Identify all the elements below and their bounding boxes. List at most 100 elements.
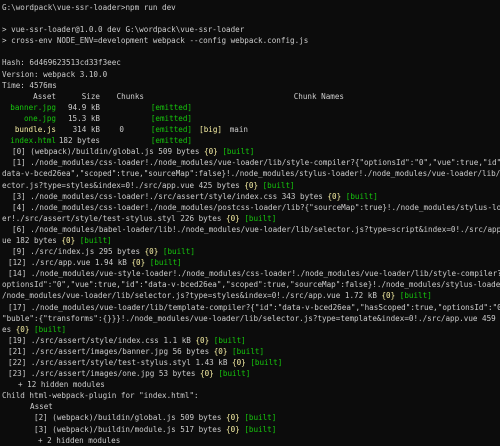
chunk-id: {0} [195, 335, 210, 345]
chunk-name: main [229, 125, 248, 135]
module-line: [3] (webpack)/buildin/module.js 517 byte… [2, 424, 500, 435]
module-line: ector.js?type=styles&index=0!./src/app.v… [2, 180, 500, 191]
module-text: [23] ./src/assert/images/one.jpg 53 byte… [8, 369, 201, 379]
module-text: [2] (webpack)/buildin/global.js 509 byte… [34, 413, 227, 423]
module-line: [4] ./node_modules/css-loader!./node_mod… [12, 202, 500, 212]
module-line: [14] ./node_modules/vue-style-loader!./n… [8, 269, 500, 279]
module-line: [2] (webpack)/buildin/global.js 509 byte… [2, 412, 500, 423]
module-line: optionsId":"0","vue":true,"id":"data-v-b… [2, 280, 500, 290]
asset-name: banner.jpg [10, 102, 56, 112]
chunk-id: {0} [327, 191, 342, 201]
terminal-window[interactable]: G:\wordpack\vue-ssr-loader>npm run dev >… [0, 0, 500, 445]
built-flag: [built] [213, 335, 246, 345]
module-text: ector.js?type=styles&index=0!./src/app.v… [2, 180, 245, 190]
npm-command-line: > cross-env NODE_ENV=development webpack… [2, 36, 309, 46]
module-text: [22] ./src/assert/style/test-stylus.styl… [8, 358, 233, 367]
asset-size: 182 bytes [58, 136, 100, 146]
module-text: [0] (webpack)/buildin/global.js 509 byte… [12, 147, 205, 157]
module-text: /node_modules/vue-loader/lib/selector.js… [2, 291, 382, 301]
npm-script-line: > vue-ssr-loader@1.0.0 dev G:\wordpack\v… [2, 25, 245, 35]
module-text: [19] ./src/assert/style/index.css 1.1 kB [8, 335, 196, 345]
built-flag: [built] [244, 213, 277, 223]
assets-table-row: bundle.js 314 kB 0 [emitted] [big] main [2, 124, 500, 135]
built-flag: [built] [262, 180, 295, 190]
asset-name: bundle.js [14, 125, 56, 135]
module-text: [9] ./src/index.js 295 bytes [12, 247, 145, 257]
built-flag: [built] [34, 324, 67, 334]
module-text: [3] (webpack)/buildin/module.js 517 byte… [34, 424, 227, 434]
assets-table-row: one.jpg 15.3 kB [emitted] [2, 113, 500, 124]
chunk-id: {0} [131, 258, 146, 268]
asset-name: index.html [10, 136, 56, 146]
header-asset: Asset [33, 91, 56, 101]
built-flag: [built] [218, 369, 251, 379]
module-text: er!./src/assert/style/test-stylus.styl 2… [2, 213, 227, 223]
module-line: [1] ./node_modules/css-loader!./node_mod… [12, 158, 500, 168]
version-line: Version: webpack 3.10.0 [2, 69, 108, 79]
module-line: er!./src/assert/style/test-stylus.styl 2… [2, 213, 500, 224]
emitted-flag: [emitted] [150, 136, 192, 146]
asset-chunks: 0 [119, 125, 124, 135]
child-plugin-line: Child html-webpack-plugin for "index.htm… [2, 391, 199, 401]
module-line: [9] ./src/index.js 295 bytes {0} [built] [2, 246, 500, 257]
built-flag: [built] [222, 147, 255, 157]
emitted-flag: [emitted] [150, 125, 192, 135]
chunk-id: {0} [213, 346, 228, 356]
chunk-id: {0} [226, 424, 240, 434]
module-line: [0] (webpack)/buildin/global.js 509 byte… [2, 146, 500, 157]
module-text: [3] ./node_modules/css-loader!./src/asse… [12, 191, 328, 201]
module-line: ue 182 bytes {0} [built] [2, 235, 500, 246]
header-size: Size [81, 91, 100, 101]
module-line: [19] ./src/assert/style/index.css 1.1 kB… [2, 335, 500, 346]
chunk-id: {0} [244, 180, 259, 190]
module-line: /node_modules/vue-loader/lib/selector.js… [2, 290, 500, 301]
built-flag: [built] [162, 247, 195, 257]
built-flag: [built] [232, 346, 265, 356]
command-line: G:\wordpack\vue-ssr-loader>npm run dev [2, 3, 176, 12]
built-flag: [built] [250, 358, 283, 367]
chunk-id: {0} [226, 413, 240, 423]
chunk-id: {0} [381, 291, 396, 301]
module-line: "buble":{"transforms":{}}}!./node_module… [2, 313, 500, 323]
assets-table-row: index.html 182 bytes [emitted] [2, 135, 500, 146]
module-line: [22] ./src/assert/style/test-stylus.styl… [2, 357, 500, 368]
built-flag: [built] [244, 424, 277, 434]
emitted-flag: [emitted] [150, 102, 192, 112]
chunk-id: {0} [144, 247, 159, 257]
module-text: [12] ./src/app.vue 1.94 kB [8, 258, 132, 268]
module-line: [21] ./src/assert/images/banner.jpg 56 b… [2, 346, 500, 357]
module-line: [6] ./node_modules/babel-loader/lib!./no… [12, 224, 500, 234]
built-flag: [built] [149, 258, 182, 268]
chunk-id: {0} [15, 324, 30, 334]
module-text: ue 182 bytes [2, 235, 62, 245]
child-asset-header: Asset [30, 402, 53, 412]
time-line: Time: 4576ms [2, 80, 57, 90]
module-text: [21] ./src/assert/images/banner.jpg 56 b… [8, 346, 214, 356]
built-flag: [built] [399, 291, 432, 301]
assets-table-header: Asset Size Chunks Chunk Names [2, 91, 500, 102]
module-line: es {0} [built] [2, 324, 500, 335]
built-flag: [built] [345, 191, 378, 201]
asset-name: one.jpg [23, 113, 56, 123]
built-flag: [built] [244, 413, 277, 423]
assets-table-row: banner.jpg 94.9 kB [emitted] [2, 102, 500, 113]
hidden-modules-line: + 12 hidden modules [18, 380, 105, 390]
header-chunk-names: Chunk Names [293, 91, 344, 101]
module-line: data-v-bced26ea","scoped":true,"sourceMa… [2, 169, 500, 179]
module-line: [17] ./node_modules/vue-loader/lib/templ… [8, 302, 500, 312]
header-chunks: Chunks [116, 91, 144, 101]
built-flag: [built] [79, 235, 112, 245]
module-line: [12] ./src/app.vue 1.94 kB {0} [built] [2, 257, 500, 268]
asset-size: 314 kB [72, 125, 100, 135]
chunk-id: {0} [232, 358, 246, 367]
module-line: [3] ./node_modules/css-loader!./src/asse… [2, 191, 500, 202]
emitted-flag: [emitted] [150, 113, 192, 123]
chunk-id: {0} [204, 147, 218, 157]
module-text: es [2, 324, 16, 334]
hash-line: Hash: 6d469623513cd33f3eec [2, 58, 121, 68]
chunk-id: {0} [61, 235, 76, 245]
big-flag: [big] [199, 125, 222, 135]
chunk-id: {0} [200, 369, 214, 379]
